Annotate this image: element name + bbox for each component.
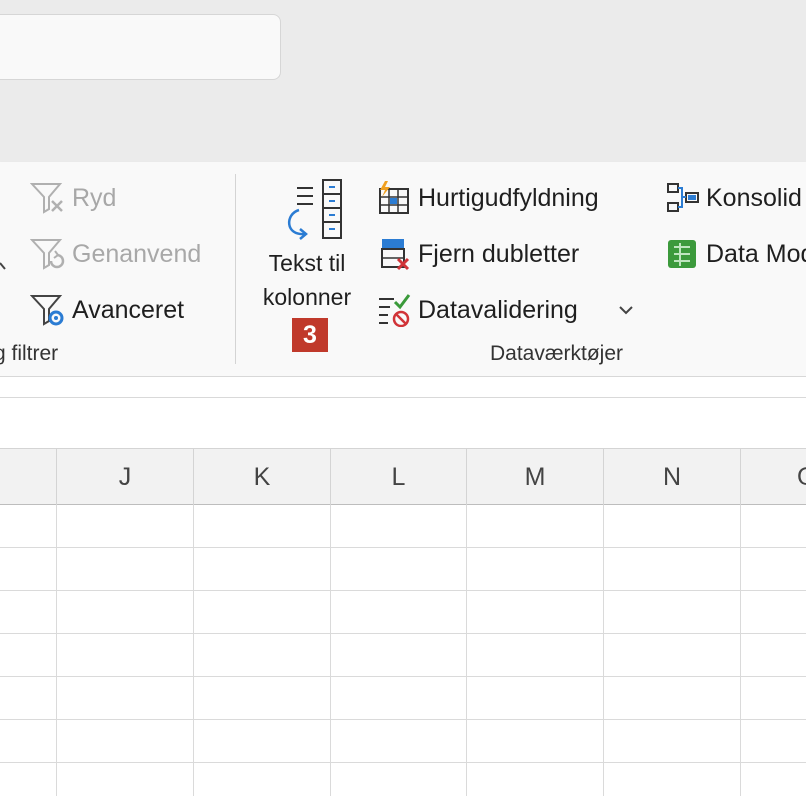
consolidate-label: Konsolid — [706, 183, 802, 212]
grid-line — [0, 719, 806, 720]
remove-duplicates-label: Fjern dubletter — [418, 239, 580, 268]
column-header-m[interactable]: M — [466, 449, 603, 505]
advanced-filter-icon — [28, 292, 68, 328]
data-model-button[interactable]: Data Mod — [662, 236, 806, 272]
reapply-filter-icon — [28, 236, 68, 272]
text-to-columns-label-line1: Tekst til — [268, 250, 346, 276]
column-header-row: J K L M N O — [0, 448, 806, 505]
grid-line — [740, 505, 741, 796]
consolidate-button[interactable]: Konsolid — [662, 180, 802, 216]
grid-line — [0, 590, 806, 591]
column-header-o[interactable]: O — [740, 449, 806, 505]
grid-line — [0, 547, 806, 548]
text-to-columns-icon — [252, 178, 362, 246]
sheet-top-area — [0, 398, 806, 448]
clear-filter-button[interactable]: Ryd — [28, 180, 116, 216]
formula-bar-area — [0, 377, 806, 398]
advanced-filter-button[interactable]: Avanceret — [28, 292, 184, 328]
column-header-k[interactable]: K — [193, 449, 330, 505]
grid-line — [0, 676, 806, 677]
clear-filter-label: Ryd — [72, 183, 117, 212]
column-header-j[interactable]: J — [56, 449, 193, 505]
data-model-label: Data Mod — [706, 239, 806, 268]
grid-line — [0, 633, 806, 634]
clear-filter-icon — [28, 180, 68, 216]
remove-duplicates-button[interactable]: Fjern dubletter — [374, 236, 579, 272]
group-separator — [235, 174, 236, 364]
grid-line — [0, 762, 806, 763]
reapply-filter-label: Genanvend — [72, 239, 202, 268]
title-bar-area — [0, 0, 806, 162]
flash-fill-button[interactable]: Hurtigudfyldning — [374, 180, 599, 216]
sort-arrow-icon — [0, 247, 8, 277]
grid-line — [330, 505, 331, 796]
data-validation-icon — [374, 292, 414, 328]
search-box[interactable] — [0, 14, 281, 80]
cell-grid[interactable] — [0, 505, 806, 796]
step-number-badge: 3 — [292, 318, 328, 352]
grid-line — [56, 505, 57, 796]
advanced-filter-label: Avanceret — [72, 295, 185, 324]
grid-line — [466, 505, 467, 796]
text-to-columns-button[interactable]: Tekst til kolonner — [252, 178, 362, 314]
remove-duplicates-icon — [374, 236, 414, 272]
sort-filter-group-label: g filtrer — [0, 342, 59, 365]
text-to-columns-label-line2: kolonner — [262, 284, 352, 310]
data-validation-label: Datavalidering — [418, 295, 578, 324]
reapply-filter-button[interactable]: Genanvend — [28, 236, 201, 272]
chevron-down-icon[interactable] — [614, 298, 638, 322]
flash-fill-icon — [374, 180, 414, 216]
column-header-l[interactable]: L — [330, 449, 466, 505]
column-header-n[interactable]: N — [603, 449, 740, 505]
grid-line — [193, 505, 194, 796]
data-model-icon — [662, 236, 702, 272]
flash-fill-label: Hurtigudfyldning — [418, 183, 599, 212]
consolidate-icon — [662, 180, 702, 216]
data-validation-button[interactable]: Datavalidering — [374, 292, 578, 328]
data-tools-group-label: Dataværktøjer — [490, 342, 624, 365]
grid-line — [603, 505, 604, 796]
